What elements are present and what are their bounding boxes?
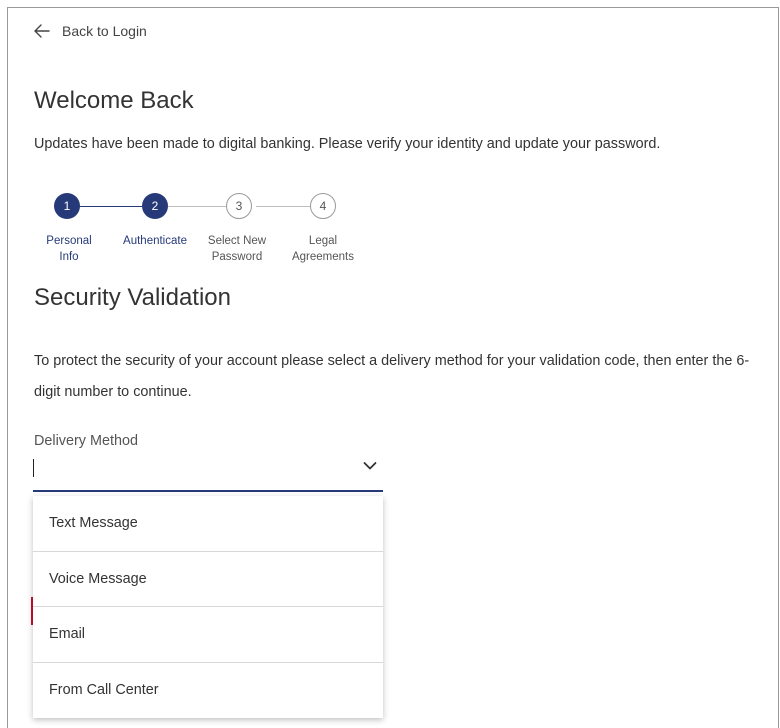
back-to-login-link[interactable]: Back to Login bbox=[34, 21, 147, 41]
step-circle-1: 1 bbox=[54, 193, 80, 219]
chevron-down-icon[interactable] bbox=[363, 461, 377, 471]
step-label-line: Select New bbox=[207, 235, 267, 247]
step-connector-2-3 bbox=[168, 206, 230, 207]
step-label-select-new-password: Select New Password bbox=[208, 233, 266, 265]
progress-stepper: 1 2 3 4 Personal Info Authenticate Selec… bbox=[32, 193, 372, 273]
delivery-method-label: Delivery Method bbox=[34, 433, 138, 449]
step-label-authenticate: Authenticate bbox=[123, 233, 187, 249]
step-label-line: Personal bbox=[46, 235, 92, 247]
intro-text: Updates have been made to digital bankin… bbox=[34, 136, 661, 152]
step-label-line: Agreements bbox=[291, 251, 355, 263]
arrow-left-icon bbox=[34, 24, 50, 38]
step-label-personal-info: Personal Info bbox=[46, 233, 91, 265]
step-circle-3: 3 bbox=[226, 193, 252, 219]
step-circle-4: 4 bbox=[310, 193, 336, 219]
security-description: To protect the security of your account … bbox=[34, 353, 750, 400]
text-cursor bbox=[33, 459, 34, 477]
step-label-line: Password bbox=[211, 251, 263, 263]
page-title: Welcome Back bbox=[34, 87, 194, 114]
section-title: Security Validation bbox=[34, 284, 231, 311]
step-label-line: Authenticate bbox=[123, 235, 187, 247]
step-circle-2: 2 bbox=[142, 193, 168, 219]
option-text-message[interactable]: Text Message bbox=[33, 496, 383, 552]
option-voice-message[interactable]: Voice Message bbox=[33, 552, 383, 607]
select-underline bbox=[33, 490, 383, 492]
step-label-legal-agreements: Legal Agreements bbox=[292, 233, 354, 265]
delivery-method-select[interactable] bbox=[33, 455, 383, 492]
step-label-line: Legal bbox=[308, 235, 338, 247]
option-email[interactable]: Email bbox=[33, 607, 383, 663]
delivery-method-options: Text Message Voice Message Email From Ca… bbox=[33, 496, 383, 718]
option-from-call-center[interactable]: From Call Center bbox=[33, 663, 383, 719]
step-label-line: Info bbox=[59, 251, 79, 263]
back-to-login-label: Back to Login bbox=[62, 23, 147, 39]
